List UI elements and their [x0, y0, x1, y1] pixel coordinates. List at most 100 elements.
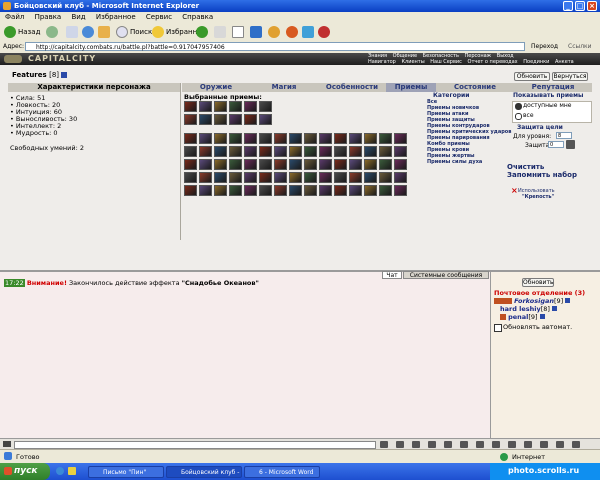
user-info-icon[interactable]: [552, 306, 558, 311]
refresh-page-button[interactable]: Обновить: [514, 72, 550, 81]
tab-chat[interactable]: Чат: [382, 271, 402, 279]
apply-protection-icon[interactable]: [566, 140, 575, 149]
selected-technique-icon[interactable]: [244, 114, 257, 125]
technique-icon[interactable]: [394, 172, 407, 183]
technique-icon[interactable]: [304, 172, 317, 183]
technique-icon[interactable]: [214, 133, 227, 144]
technique-icon[interactable]: [379, 133, 392, 144]
online-user-3[interactable]: penal[9]: [500, 313, 545, 321]
technique-icon[interactable]: [304, 133, 317, 144]
technique-icon[interactable]: [364, 185, 377, 196]
search-icon[interactable]: [116, 26, 128, 38]
favorites-star-icon[interactable]: [152, 26, 164, 38]
technique-icon[interactable]: [199, 159, 212, 170]
window-title-bar[interactable]: Бойцовский клуб - Microsoft Internet Exp…: [0, 0, 600, 12]
technique-icon[interactable]: [349, 159, 362, 170]
technique-icon[interactable]: [334, 159, 347, 170]
chat-tool-icon[interactable]: [396, 441, 404, 448]
auto-refresh-checkbox[interactable]: [494, 324, 502, 332]
tab-reputation[interactable]: Репутация: [514, 83, 592, 92]
technique-icon[interactable]: [304, 159, 317, 170]
radio-all[interactable]: [515, 113, 522, 120]
print-icon[interactable]: [232, 26, 244, 38]
technique-icon[interactable]: [394, 159, 407, 170]
toolbar-extra2-icon[interactable]: [302, 26, 314, 38]
technique-icon[interactable]: [229, 133, 242, 144]
technique-icon[interactable]: [289, 133, 302, 144]
protection-input[interactable]: 0: [548, 141, 564, 148]
technique-icon[interactable]: [244, 172, 257, 183]
technique-icon[interactable]: [364, 133, 377, 144]
chat-tool-icon[interactable]: [556, 441, 564, 448]
close-button[interactable]: ×: [587, 1, 597, 11]
tab-state[interactable]: Состояние: [436, 83, 514, 92]
selected-technique-icon[interactable]: [199, 114, 212, 125]
chat-tool-icon[interactable]: [476, 441, 484, 448]
technique-icon[interactable]: [319, 172, 332, 183]
refresh-online-button[interactable]: Обновить: [522, 278, 554, 287]
technique-icon[interactable]: [379, 185, 392, 196]
technique-icon[interactable]: [259, 172, 272, 183]
menu-view[interactable]: Вид: [71, 13, 85, 21]
stop-icon[interactable]: [66, 26, 78, 38]
chat-tool-icon[interactable]: [540, 441, 548, 448]
technique-icon[interactable]: [259, 185, 272, 196]
task-mail[interactable]: Письмо "Пин": [88, 466, 164, 478]
selected-technique-icon[interactable]: [229, 101, 242, 112]
technique-icon[interactable]: [244, 133, 257, 144]
mail-icon[interactable]: [214, 26, 226, 38]
menu-edit[interactable]: Правка: [35, 13, 62, 21]
technique-icon[interactable]: [289, 159, 302, 170]
technique-icon[interactable]: [184, 146, 197, 157]
technique-icon[interactable]: [349, 185, 362, 196]
back-button[interactable]: Назад: [18, 25, 40, 39]
remove-icon[interactable]: ×: [511, 186, 518, 195]
technique-icon[interactable]: [199, 172, 212, 183]
info-icon[interactable]: [61, 72, 68, 78]
toolbar-extra3-icon[interactable]: [318, 26, 330, 38]
task-browser[interactable]: Бойцовский клуб - M...: [166, 466, 242, 488]
return-button[interactable]: Вернуться: [552, 72, 588, 81]
menu-favorites[interactable]: Избранное: [96, 13, 136, 21]
technique-icon[interactable]: [244, 159, 257, 170]
technique-icon[interactable]: [379, 159, 392, 170]
technique-icon[interactable]: [304, 185, 317, 196]
chat-input[interactable]: [14, 441, 376, 449]
technique-icon[interactable]: [229, 146, 242, 157]
technique-icon[interactable]: [244, 185, 257, 196]
quicklaunch-folder-icon[interactable]: [68, 467, 76, 475]
tab-weapons[interactable]: Оружие: [182, 83, 250, 92]
technique-icon[interactable]: [184, 159, 197, 170]
technique-icon[interactable]: [379, 172, 392, 183]
technique-icon[interactable]: [379, 146, 392, 157]
technique-icon[interactable]: [349, 172, 362, 183]
technique-icon[interactable]: [319, 146, 332, 157]
menu-tools[interactable]: Сервис: [146, 13, 172, 21]
save-set-button[interactable]: Запомнить набор: [507, 171, 577, 179]
forward-arrow-icon[interactable]: [46, 26, 58, 38]
search-button[interactable]: Поиск: [130, 25, 152, 39]
tab-magic[interactable]: Магия: [250, 83, 318, 92]
technique-icon[interactable]: [334, 146, 347, 157]
refresh-icon[interactable]: [82, 26, 94, 38]
technique-icon[interactable]: [319, 133, 332, 144]
technique-icon[interactable]: [244, 146, 257, 157]
technique-icon[interactable]: [319, 159, 332, 170]
technique-icon[interactable]: [394, 133, 407, 144]
technique-icon[interactable]: [184, 133, 197, 144]
selected-technique-icon[interactable]: [214, 101, 227, 112]
selected-technique-icon[interactable]: [244, 101, 257, 112]
tab-features[interactable]: Особенности: [318, 83, 386, 92]
technique-icon[interactable]: [289, 185, 302, 196]
chat-tool-icon[interactable]: [412, 441, 420, 448]
technique-icon[interactable]: [199, 133, 212, 144]
technique-icon[interactable]: [199, 185, 212, 196]
go-button[interactable]: Переход: [531, 41, 558, 52]
technique-icon[interactable]: [229, 185, 242, 196]
online-user-1[interactable]: Forkosigan[9]: [494, 297, 571, 305]
chat-tool-icon[interactable]: [572, 441, 580, 448]
selected-technique-icon[interactable]: [259, 101, 272, 112]
technique-icon[interactable]: [289, 172, 302, 183]
messenger-icon[interactable]: [268, 26, 280, 38]
technique-icon[interactable]: [199, 146, 212, 157]
